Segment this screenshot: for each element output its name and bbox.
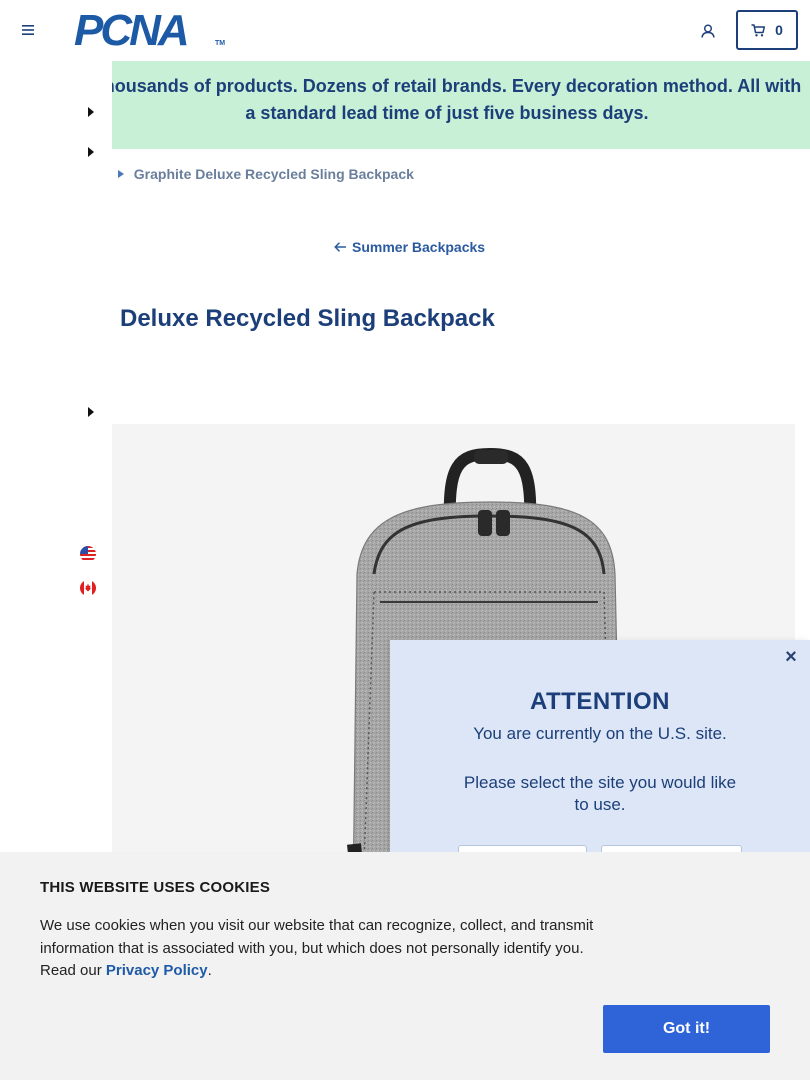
cookie-consent-bar: THIS WEBSITE USES COOKIES We use cookies… — [0, 852, 810, 1080]
account-icon — [701, 24, 715, 38]
cookie-title: THIS WEBSITE USES COOKIES — [40, 879, 271, 896]
caret-right-icon[interactable] — [87, 147, 95, 157]
privacy-policy-link[interactable]: Privacy Policy — [106, 962, 208, 979]
back-to-category-link[interactable]: Summer Backpacks — [334, 239, 485, 255]
cart-button[interactable]: 0 — [736, 10, 798, 50]
breadcrumb: s Graphite Deluxe Recycled Sling Backpac… — [100, 166, 414, 182]
product-title-text: Deluxe Recycled Sling Backpack — [120, 305, 495, 332]
product-title: Deluxe Recycled Sling Backpack — [100, 305, 495, 333]
banner-text: Thousands of products. Dozens of retail … — [92, 76, 802, 123]
logo-trademark: TM — [215, 40, 226, 47]
back-link-label: Summer Backpacks — [352, 239, 486, 255]
cart-count: 0 — [775, 22, 783, 38]
arrow-left-icon — [334, 242, 346, 252]
logo-text: PCNA — [74, 6, 190, 55]
cookie-accept-button[interactable]: Got it! — [603, 1005, 770, 1053]
modal-title: ATTENTION — [529, 688, 671, 715]
pcna-logo[interactable]: PCNA TM — [74, 8, 226, 54]
close-icon[interactable]: × — [782, 647, 800, 667]
account-button[interactable] — [697, 20, 719, 42]
us-flag-icon[interactable] — [80, 546, 96, 562]
modal-select-site-text: Please select the site you would like to… — [463, 773, 737, 814]
modal-current-site-text: You are currently on the U.S. site. — [473, 724, 727, 743]
breadcrumb-current: Graphite Deluxe Recycled Sling Backpack — [133, 166, 414, 182]
menu-icon — [22, 25, 34, 35]
page: PCNA TM 0 Thousands of products. Dozens … — [0, 0, 810, 1080]
caret-right-icon — [117, 170, 124, 178]
canada-flag-icon[interactable] — [80, 580, 96, 596]
cookie-text: We use cookies when you visit our websit… — [40, 915, 600, 983]
cart-icon — [751, 23, 766, 36]
cookie-text-end: . — [207, 962, 212, 979]
caret-right-icon[interactable] — [87, 407, 95, 417]
promo-banner: Thousands of products. Dozens of retail … — [93, 61, 810, 149]
site-header: PCNA TM 0 — [0, 0, 810, 61]
menu-button[interactable] — [18, 20, 38, 40]
caret-right-icon[interactable] — [87, 107, 95, 117]
